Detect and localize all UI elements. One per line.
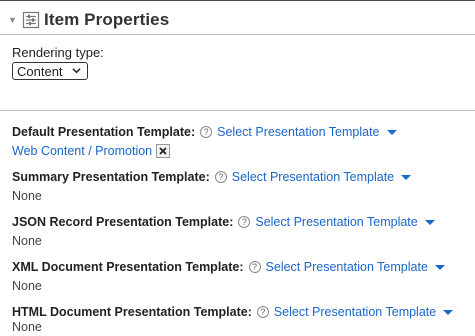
select-template-link[interactable]: Select Presentation Template — [255, 215, 417, 229]
template-value-link[interactable]: Web Content / Promotion — [12, 144, 152, 158]
remove-icon[interactable] — [156, 144, 171, 158]
rendering-type-label: Rendering type: — [12, 45, 104, 60]
help-icon[interactable]: ? — [248, 261, 261, 273]
help-icon[interactable]: ? — [256, 306, 269, 318]
template-row-default: Default Presentation Template: ? Select … — [12, 123, 397, 141]
top-border — [0, 0, 475, 1]
help-icon[interactable]: ? — [214, 171, 227, 183]
help-icon[interactable]: ? — [200, 126, 213, 138]
select-template-link[interactable]: Select Presentation Template — [266, 260, 428, 274]
dropdown-caret-icon[interactable] — [401, 174, 412, 180]
template-label: Default Presentation Template: — [12, 125, 196, 139]
chevron-down-icon — [72, 68, 81, 74]
help-icon[interactable]: ? — [238, 216, 251, 228]
template-value-xml: None — [12, 279, 42, 293]
properties-icon — [22, 11, 40, 29]
dropdown-caret-icon[interactable] — [443, 309, 454, 315]
template-row-json: JSON Record Presentation Template: ? Sel… — [12, 213, 435, 231]
template-value-default: Web Content / Promotion — [12, 142, 171, 160]
template-value-html: None — [12, 320, 42, 334]
dropdown-caret-icon[interactable] — [386, 129, 397, 135]
panel-header[interactable]: ▼ Item Properties — [8, 9, 169, 31]
template-row-summary: Summary Presentation Template: ? Select … — [12, 168, 412, 186]
panel-title: Item Properties — [44, 10, 170, 29]
template-label: HTML Document Presentation Template: — [12, 305, 252, 319]
template-row-html: HTML Document Presentation Template: ? S… — [12, 303, 454, 321]
dropdown-caret-icon[interactable] — [424, 219, 435, 225]
divider — [0, 34, 475, 35]
template-label: XML Document Presentation Template: — [12, 260, 244, 274]
select-template-link[interactable]: Select Presentation Template — [232, 170, 394, 184]
rendering-type-value: Content — [17, 63, 63, 79]
template-value-json: None — [12, 234, 42, 248]
template-label: JSON Record Presentation Template: — [12, 215, 234, 229]
template-value-summary: None — [12, 189, 42, 203]
template-label: Summary Presentation Template: — [12, 170, 210, 184]
collapse-arrow-icon[interactable]: ▼ — [8, 15, 20, 25]
select-template-link[interactable]: Select Presentation Template — [274, 305, 436, 319]
select-template-link[interactable]: Select Presentation Template — [217, 125, 379, 139]
template-row-xml: XML Document Presentation Template: ? Se… — [12, 258, 445, 276]
divider — [0, 110, 475, 111]
dropdown-caret-icon[interactable] — [434, 264, 445, 270]
rendering-type-select[interactable]: Content — [12, 62, 88, 80]
